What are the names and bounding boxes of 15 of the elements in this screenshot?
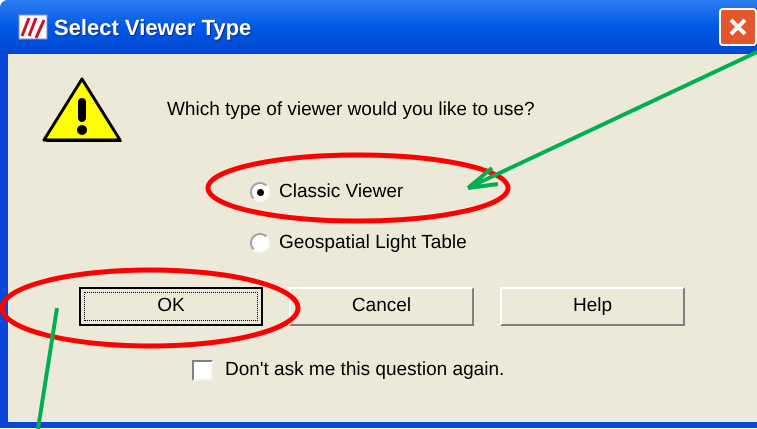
radio-button[interactable] xyxy=(250,182,270,202)
dont-ask-label: Don't ask me this question again. xyxy=(225,358,504,382)
dialog-button[interactable]: Cancel xyxy=(289,287,474,326)
radio-label: Geospatial Light Table xyxy=(279,230,467,254)
dialog-button[interactable]: Help xyxy=(500,287,685,326)
close-icon xyxy=(728,17,748,37)
radio-button[interactable] xyxy=(250,232,270,253)
window-title: Select Viewer Type xyxy=(54,14,252,42)
warning-icon xyxy=(40,76,124,144)
radio-label: Classic Viewer xyxy=(279,180,404,204)
question-text: Which type of viewer would you like to use? xyxy=(167,98,535,122)
dialog-button[interactable]: OK xyxy=(79,287,263,326)
dont-ask-checkbox[interactable] xyxy=(192,360,213,381)
close-button[interactable] xyxy=(719,8,757,46)
app-logo-icon xyxy=(18,14,48,40)
